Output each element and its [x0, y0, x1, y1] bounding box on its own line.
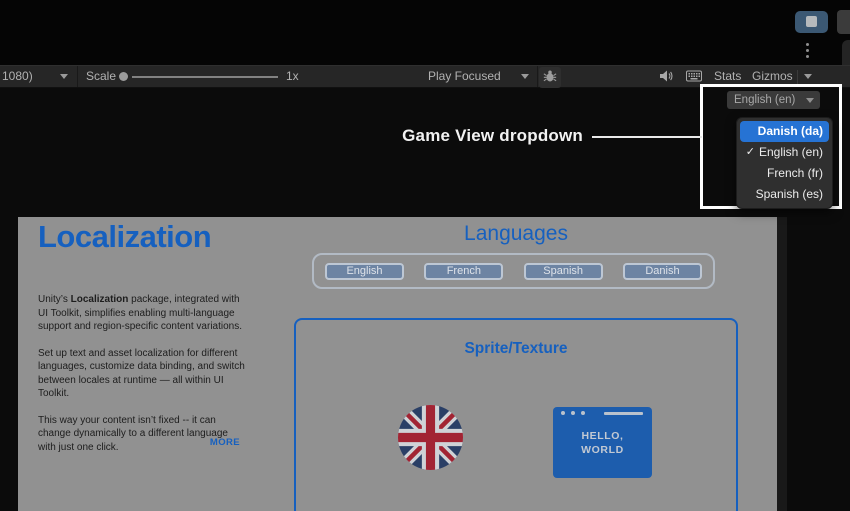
language-button-spanish[interactable]: Spanish	[523, 262, 603, 280]
sprite-texture-section: Sprite/Texture	[294, 318, 738, 511]
annotation-game-view-dropdown: Game View dropdown	[402, 126, 583, 145]
selected-language-label: English (en)	[734, 94, 796, 106]
intro-paragraph: Unity’s Localization package, integrated…	[38, 294, 243, 332]
scale-slider-track[interactable]	[132, 76, 278, 78]
stats-label: Stats	[714, 69, 742, 83]
toolbar-separator	[77, 66, 78, 87]
scale-value: 1x	[286, 69, 299, 83]
play-focused-dropdown[interactable]: Play Focused	[428, 66, 501, 87]
intro-paragraph: Set up text and asset localization for d…	[38, 347, 245, 400]
language-dropdown-menu: Danish (da) ✓ English (en) French (fr) Sp…	[736, 117, 833, 209]
languages-button-group: English French Spanish Danish	[312, 253, 715, 289]
menu-item-french[interactable]: French (fr)	[737, 163, 832, 184]
more-link[interactable]: MORE	[38, 437, 240, 448]
gizmos-label: Gizmos	[752, 69, 793, 83]
play-focused-label: Play Focused	[428, 69, 501, 83]
page-right-shadow	[777, 217, 787, 511]
debug-bug-button[interactable]	[539, 67, 561, 88]
square-icon	[806, 16, 817, 27]
toolbar-separator	[537, 66, 538, 87]
page-title: Localization	[38, 219, 212, 254]
clipped-toolbar-button[interactable]	[837, 10, 850, 34]
chevron-down-icon	[521, 74, 529, 79]
hello-world-text: HELLO, WORLD	[581, 430, 624, 456]
uk-flag-icon	[398, 405, 463, 470]
kebab-menu-icon[interactable]	[806, 43, 810, 61]
speaker-icon	[659, 70, 673, 85]
mute-audio-button[interactable]	[656, 67, 676, 88]
menu-item-english[interactable]: ✓ English (en)	[737, 142, 832, 163]
language-button-english[interactable]: English	[325, 262, 404, 280]
languages-heading: Languages	[464, 222, 568, 245]
hello-world-window: HELLO, WORLD	[553, 407, 652, 478]
window-dots-icon	[561, 411, 585, 415]
resolution-dropdown[interactable]: 1080)	[2, 66, 33, 87]
menu-item-danish[interactable]: Danish (da)	[740, 121, 829, 142]
localization-sample-page: Localization Unity’s Localization packag…	[18, 217, 777, 511]
bug-icon	[543, 69, 557, 86]
resolution-label: 1080)	[2, 69, 33, 83]
check-icon: ✓	[745, 146, 755, 158]
annotation-pointer-line	[592, 136, 702, 138]
unity-game-view: 1080) Scale 1x Play Focused Stats Gizmos	[0, 0, 850, 511]
sprite-texture-heading: Sprite/Texture	[464, 340, 568, 357]
chevron-down-icon	[60, 74, 68, 79]
scale-slider-thumb[interactable]	[119, 72, 128, 81]
side-panel-corner	[842, 40, 850, 66]
language-button-french[interactable]: French	[424, 262, 504, 280]
editor-top-strip	[0, 0, 850, 66]
chevron-down-icon[interactable]	[804, 74, 812, 79]
bold-localization: Localization	[70, 294, 129, 305]
chevron-down-icon	[806, 98, 814, 103]
scale-label: Scale	[86, 69, 117, 83]
language-button-danish[interactable]: Danish	[622, 262, 702, 280]
window-titlebar-line	[604, 412, 643, 415]
menu-item-spanish[interactable]: Spanish (es)	[737, 184, 832, 205]
gizmos-separator	[797, 70, 798, 84]
keyboard-icon	[686, 70, 702, 85]
game-view-language-dropdown[interactable]: English (en)	[727, 91, 820, 109]
active-toolbar-button[interactable]	[795, 11, 828, 33]
